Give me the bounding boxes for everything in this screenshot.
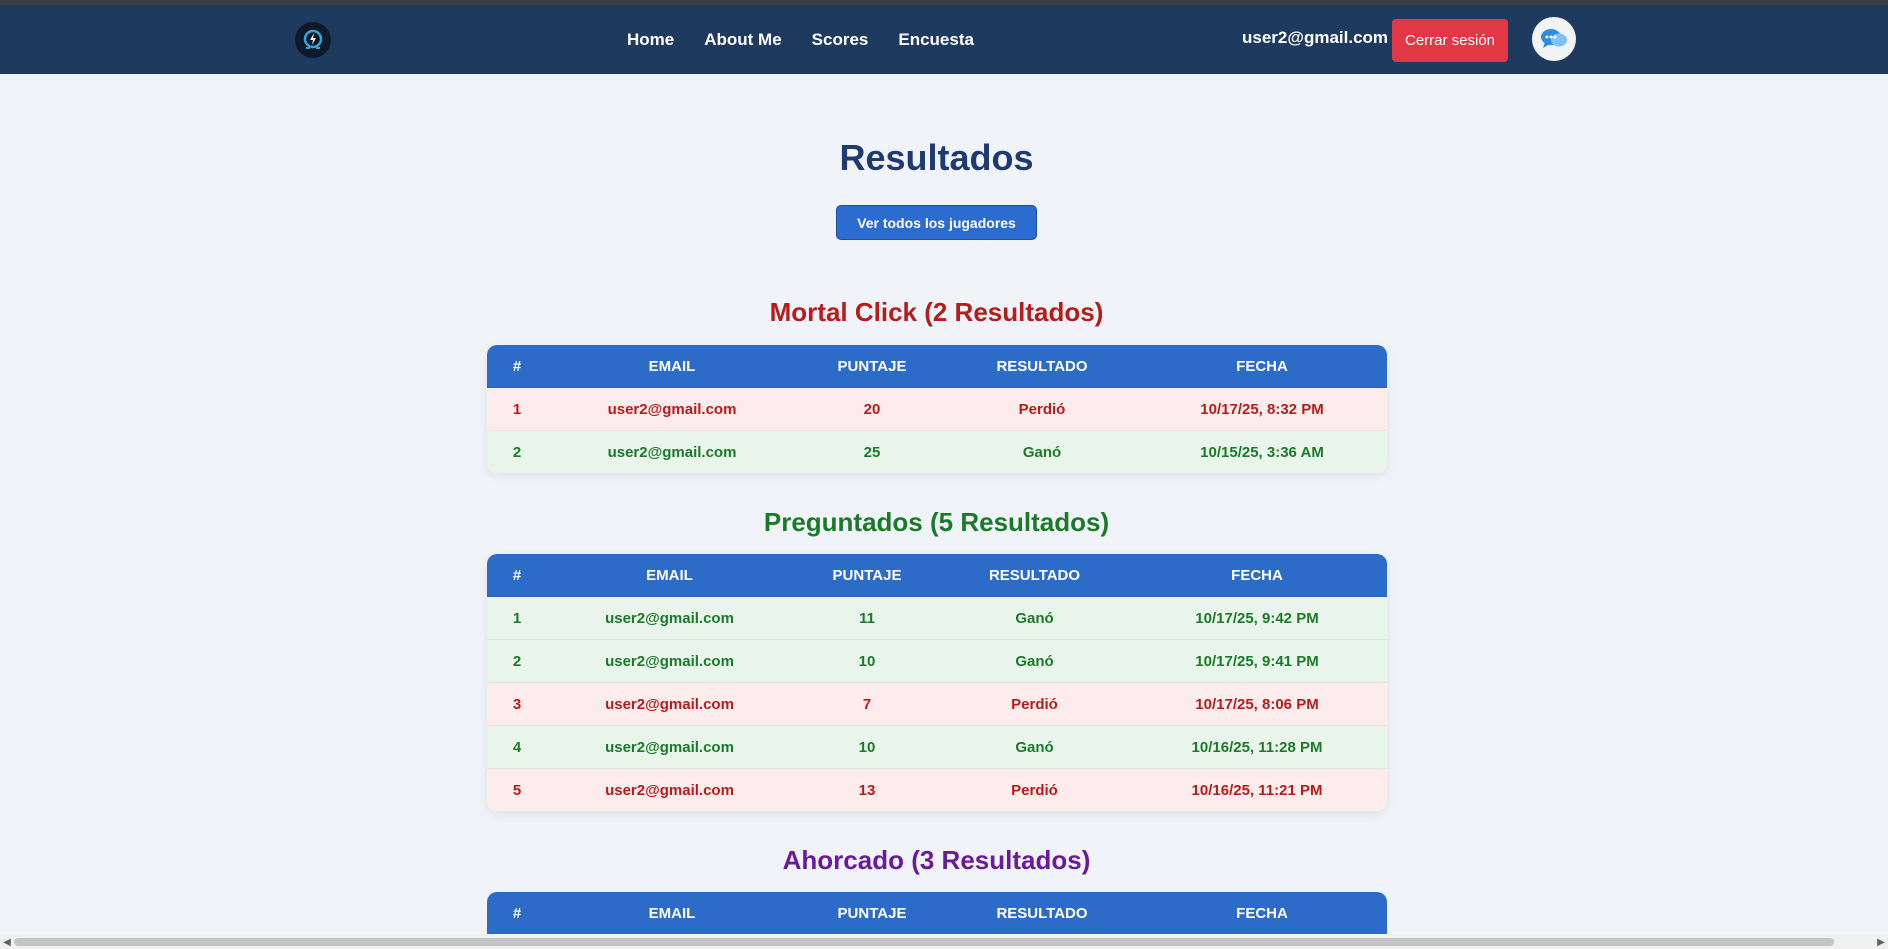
cell-date: 10/16/25, 11:21 PM <box>1127 768 1387 811</box>
cell-result: Perdió <box>947 387 1137 431</box>
cell-result: Perdió <box>942 682 1127 726</box>
nav-link-scores[interactable]: Scores <box>812 30 869 50</box>
horizontal-scrollbar[interactable]: ◀ ▶ <box>0 935 1888 949</box>
scroll-left-arrow-icon[interactable]: ◀ <box>1 937 13 948</box>
cell-number: 1 <box>487 596 547 640</box>
cell-number: 2 <box>487 430 547 473</box>
cell-result: Perdió <box>942 768 1127 811</box>
cell-date: 10/17/25, 8:32 PM <box>1137 387 1387 431</box>
nav-link-encuesta[interactable]: Encuesta <box>898 30 974 50</box>
cell-email: user2@gmail.com <box>547 596 792 640</box>
page-title: Resultados <box>839 137 1034 178</box>
cell-score: 20 <box>797 387 947 431</box>
cell-number: 2 <box>487 639 547 683</box>
column-header-email: EMAIL <box>547 554 792 597</box>
cell-number: 3 <box>487 682 547 726</box>
column-header-score: PUNTAJE <box>797 892 947 934</box>
table-row: 1 user2@gmail.com 11 Ganó 10/17/25, 9:42… <box>487 596 1387 640</box>
cell-date: 10/15/25, 3:36 AM <box>1137 430 1387 473</box>
cell-email: user2@gmail.com <box>547 430 797 473</box>
cell-email: user2@gmail.com <box>547 639 792 683</box>
column-header-score: PUNTAJE <box>797 345 947 388</box>
column-header-email: EMAIL <box>547 345 797 388</box>
cell-date: 10/16/25, 11:28 PM <box>1127 725 1387 769</box>
chat-icon[interactable] <box>1532 17 1576 61</box>
nav-link-home[interactable]: Home <box>627 30 674 50</box>
table-header-row: # EMAIL PUNTAJE RESULTADO FECHA <box>487 345 1387 388</box>
table-header-row: # EMAIL PUNTAJE RESULTADO FECHA <box>487 892 1387 934</box>
nav-links: Home About Me Scores Encuesta <box>627 30 1004 50</box>
cell-email: user2@gmail.com <box>547 682 792 726</box>
cell-score: 13 <box>792 768 942 811</box>
navbar: Home About Me Scores Encuesta user2@gmai… <box>0 5 1888 74</box>
cell-email: user2@gmail.com <box>547 725 792 769</box>
results-table-mortal-click: # EMAIL PUNTAJE RESULTADO FECHA 1 user2@… <box>487 345 1387 473</box>
site-logo-icon[interactable] <box>295 22 331 58</box>
cell-email: user2@gmail.com <box>547 768 792 811</box>
view-all-players-button[interactable]: Ver todos los jugadores <box>836 205 1037 240</box>
table-row: 2 user2@gmail.com 25 Ganó 10/15/25, 3:36… <box>487 430 1387 473</box>
column-header-email: EMAIL <box>547 892 797 934</box>
column-header-result: RESULTADO <box>947 345 1137 388</box>
cell-date: 10/17/25, 9:41 PM <box>1127 639 1387 683</box>
section-title-ahorcado: Ahorcado (3 Resultados) <box>782 845 1091 875</box>
column-header-result: RESULTADO <box>942 554 1127 597</box>
table-row: 1 user2@gmail.com 20 Perdió 10/17/25, 8:… <box>487 387 1387 431</box>
cell-date: 10/17/25, 8:06 PM <box>1127 682 1387 726</box>
column-header-result: RESULTADO <box>947 892 1137 934</box>
table-row: 3 user2@gmail.com 7 Perdió 10/17/25, 8:0… <box>487 682 1387 726</box>
section-title-preguntados: Preguntados (5 Resultados) <box>763 507 1110 537</box>
scrollbar-thumb[interactable] <box>14 938 1834 946</box>
logout-button[interactable]: Cerrar sesión <box>1392 19 1508 62</box>
column-header-date: FECHA <box>1137 345 1387 388</box>
cell-score: 25 <box>797 430 947 473</box>
column-header-number: # <box>487 892 547 934</box>
cell-email: user2@gmail.com <box>547 387 797 431</box>
cell-number: 1 <box>487 387 547 431</box>
user-email: user2@gmail.com <box>1242 28 1389 47</box>
column-header-date: FECHA <box>1137 892 1387 934</box>
cell-score: 7 <box>792 682 942 726</box>
table-row: 4 user2@gmail.com 10 Ganó 10/16/25, 11:2… <box>487 725 1387 769</box>
cell-score: 11 <box>792 596 942 640</box>
cell-number: 4 <box>487 725 547 769</box>
table-row: 5 user2@gmail.com 13 Perdió 10/16/25, 11… <box>487 768 1387 811</box>
column-header-number: # <box>487 554 547 597</box>
column-header-score: PUNTAJE <box>792 554 942 597</box>
nav-link-about-me[interactable]: About Me <box>704 30 781 50</box>
cell-score: 10 <box>792 639 942 683</box>
column-header-date: FECHA <box>1127 554 1387 597</box>
cell-number: 5 <box>487 768 547 811</box>
cell-result: Ganó <box>942 725 1127 769</box>
cell-result: Ganó <box>942 639 1127 683</box>
cell-result: Ganó <box>942 596 1127 640</box>
results-table-ahorcado: # EMAIL PUNTAJE RESULTADO FECHA <box>487 892 1387 934</box>
results-table-preguntados: # EMAIL PUNTAJE RESULTADO FECHA 1 user2@… <box>487 554 1387 811</box>
table-header-row: # EMAIL PUNTAJE RESULTADO FECHA <box>487 554 1387 597</box>
column-header-number: # <box>487 345 547 388</box>
section-title-mortal-click: Mortal Click (2 Resultados) <box>769 297 1104 327</box>
cell-result: Ganó <box>947 430 1137 473</box>
cell-date: 10/17/25, 9:42 PM <box>1127 596 1387 640</box>
table-row: 2 user2@gmail.com 10 Ganó 10/17/25, 9:41… <box>487 639 1387 683</box>
scroll-right-arrow-icon[interactable]: ▶ <box>1875 937 1887 948</box>
cell-score: 10 <box>792 725 942 769</box>
